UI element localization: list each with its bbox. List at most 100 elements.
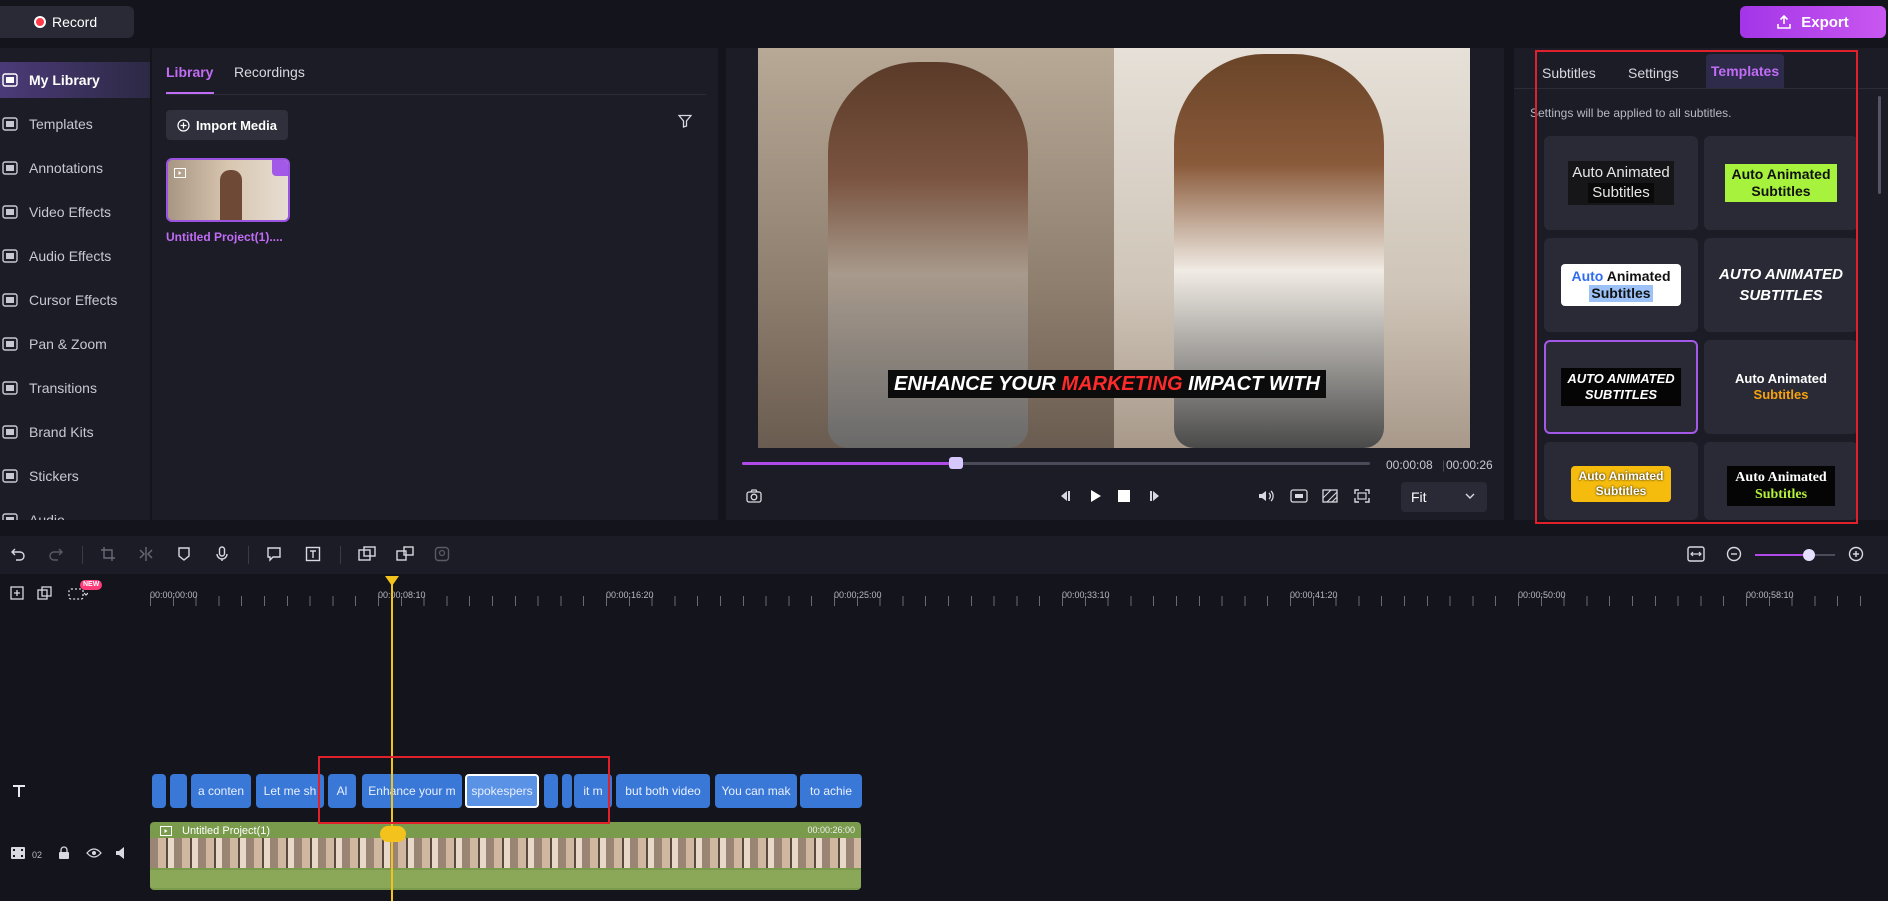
tab-divider (166, 94, 706, 95)
progress-handle[interactable] (948, 457, 963, 469)
tab-recordings[interactable]: Recordings (234, 64, 305, 80)
split-marker-icon[interactable] (380, 826, 406, 842)
split-icon[interactable] (138, 546, 154, 562)
video-clip[interactable]: Untitled Project(1) 00:00:26:00 (150, 822, 861, 890)
record-button[interactable]: Record (0, 6, 134, 38)
caption-before: ENHANCE YOUR (894, 373, 1062, 395)
import-media-button[interactable]: Import Media (166, 110, 288, 140)
subtitle-clip[interactable]: a conten (191, 774, 251, 808)
zoom-slider[interactable] (1755, 549, 1835, 561)
zoom-in-icon[interactable] (1848, 546, 1864, 562)
ruler-label: 00:00:16:20 (606, 590, 654, 600)
sidebar-item-templates[interactable]: Templates (0, 106, 150, 142)
sidebar-item-label: Brand Kits (29, 424, 94, 440)
previous-frame-icon[interactable] (1056, 489, 1072, 503)
sidebar-item-audio-effects[interactable]: Audio Effects (0, 238, 150, 274)
video-track-icon (11, 847, 25, 859)
background-icon[interactable] (1322, 489, 1338, 503)
progress-bar[interactable] (742, 457, 1370, 469)
sidebar-item-audio[interactable]: Audio (0, 502, 150, 520)
top-bar (0, 0, 1888, 44)
play-icon[interactable] (1088, 489, 1102, 503)
next-frame-icon[interactable] (1148, 489, 1164, 503)
sidebar-item-annotations[interactable]: Annotations (0, 150, 150, 186)
ungroup-icon[interactable] (396, 546, 414, 562)
ruler-label: 00:00:50:00 (1518, 590, 1566, 600)
sidebar-item-transitions[interactable]: Transitions (0, 370, 150, 406)
eye-icon[interactable] (86, 848, 102, 858)
sidebar-item-label: Audio Effects (29, 248, 112, 264)
export-button[interactable]: Export (1740, 6, 1886, 38)
fullscreen-icon[interactable] (1354, 489, 1370, 503)
sidebar-item-pan-zoom[interactable]: Pan & Zoom (0, 326, 150, 362)
subtitle-clip[interactable]: Let me sh (256, 774, 324, 808)
microphone-icon[interactable] (214, 546, 230, 562)
chevron-down-icon (1465, 493, 1475, 499)
brand-kits-icon (2, 424, 18, 440)
sidebar-item-my-library[interactable]: My Library (0, 62, 150, 98)
new-badge: NEW (80, 580, 103, 590)
sidebar-item-label: Audio (29, 512, 65, 520)
clip-duration: 00:00:26:00 (807, 825, 855, 835)
subtitle-clip[interactable] (152, 774, 166, 808)
camera-icon[interactable] (746, 489, 762, 503)
import-media-label: Import Media (196, 117, 277, 133)
subtitle-clip[interactable] (170, 774, 187, 808)
fit-label: Fit (1411, 489, 1427, 505)
sidebar-item-label: Templates (29, 116, 93, 132)
stop-icon[interactable] (1118, 490, 1130, 502)
audio-waveform (150, 870, 861, 888)
ruler-label: 00:00:00:00 (150, 590, 198, 600)
media-label: Untitled Project(1).... (166, 230, 283, 244)
sidebar-item-brand-kits[interactable]: Brand Kits (0, 414, 150, 450)
comment-icon[interactable] (266, 546, 282, 562)
sidebar-item-video-effects[interactable]: Video Effects (0, 194, 150, 230)
templates-icon (2, 116, 18, 132)
group-icon[interactable] (358, 546, 376, 562)
library-panel: Library Recordings Import Media Untitled… (152, 48, 718, 520)
avatar-icon[interactable] (434, 546, 450, 562)
filter-icon[interactable] (678, 114, 692, 128)
subtitle-caption: ENHANCE YOUR MARKETING IMPACT WITH (888, 370, 1326, 398)
ruler-label: 00:00:58:10 (1746, 590, 1794, 600)
marker-icon[interactable] (176, 546, 192, 562)
zoom-out-icon[interactable] (1726, 546, 1742, 562)
fit-dropdown[interactable]: Fit (1401, 482, 1487, 512)
playhead[interactable] (391, 576, 393, 901)
text-box-icon[interactable] (305, 546, 321, 562)
video-canvas[interactable]: ENHANCE YOUR MARKETING IMPACT WITH (758, 48, 1470, 448)
sidebar-item-cursor-effects[interactable]: Cursor Effects (0, 282, 150, 318)
volume-icon[interactable] (1258, 489, 1276, 503)
record-dot-icon (34, 16, 46, 28)
subtitle-clip[interactable]: You can mak (715, 774, 797, 808)
add-track-icon[interactable] (10, 586, 24, 600)
video-file-icon (160, 826, 172, 836)
sidebar-item-stickers[interactable]: Stickers (0, 458, 150, 494)
playhead-handle-icon[interactable] (385, 576, 399, 586)
clip-frames (150, 838, 861, 868)
tab-library[interactable]: Library (166, 64, 213, 80)
plus-circle-icon (177, 118, 190, 132)
redo-icon[interactable] (48, 546, 64, 562)
lock-icon[interactable] (58, 846, 70, 860)
subtitle-clip[interactable]: to achie (800, 774, 862, 808)
audio-effects-icon (2, 248, 18, 264)
fit-timeline-icon[interactable] (1687, 546, 1705, 562)
speaker-icon[interactable] (115, 846, 129, 860)
zoom-handle[interactable] (1803, 549, 1815, 561)
export-label: Export (1801, 13, 1849, 31)
aspect-ratio-icon[interactable] (1290, 489, 1308, 503)
toolbar-separator (248, 546, 249, 564)
crop-icon[interactable] (100, 546, 116, 562)
sidebar-item-label: Video Effects (29, 204, 111, 220)
pan-zoom-icon (2, 336, 18, 352)
annotations-icon (2, 160, 18, 176)
timeline-ruler[interactable]: 00:00:00:00 00:00:08:10 00:00:16:20 00:00:2… (150, 574, 1888, 606)
copy-track-icon[interactable] (37, 586, 53, 600)
panel-scrollbar[interactable] (1878, 96, 1881, 194)
undo-icon[interactable] (10, 546, 26, 562)
subtitle-clip[interactable]: but both video (616, 774, 710, 808)
preview-panel: ENHANCE YOUR MARKETING IMPACT WITH 00:00… (726, 48, 1504, 520)
media-thumbnail[interactable] (166, 158, 290, 222)
audio-icon (2, 512, 18, 520)
